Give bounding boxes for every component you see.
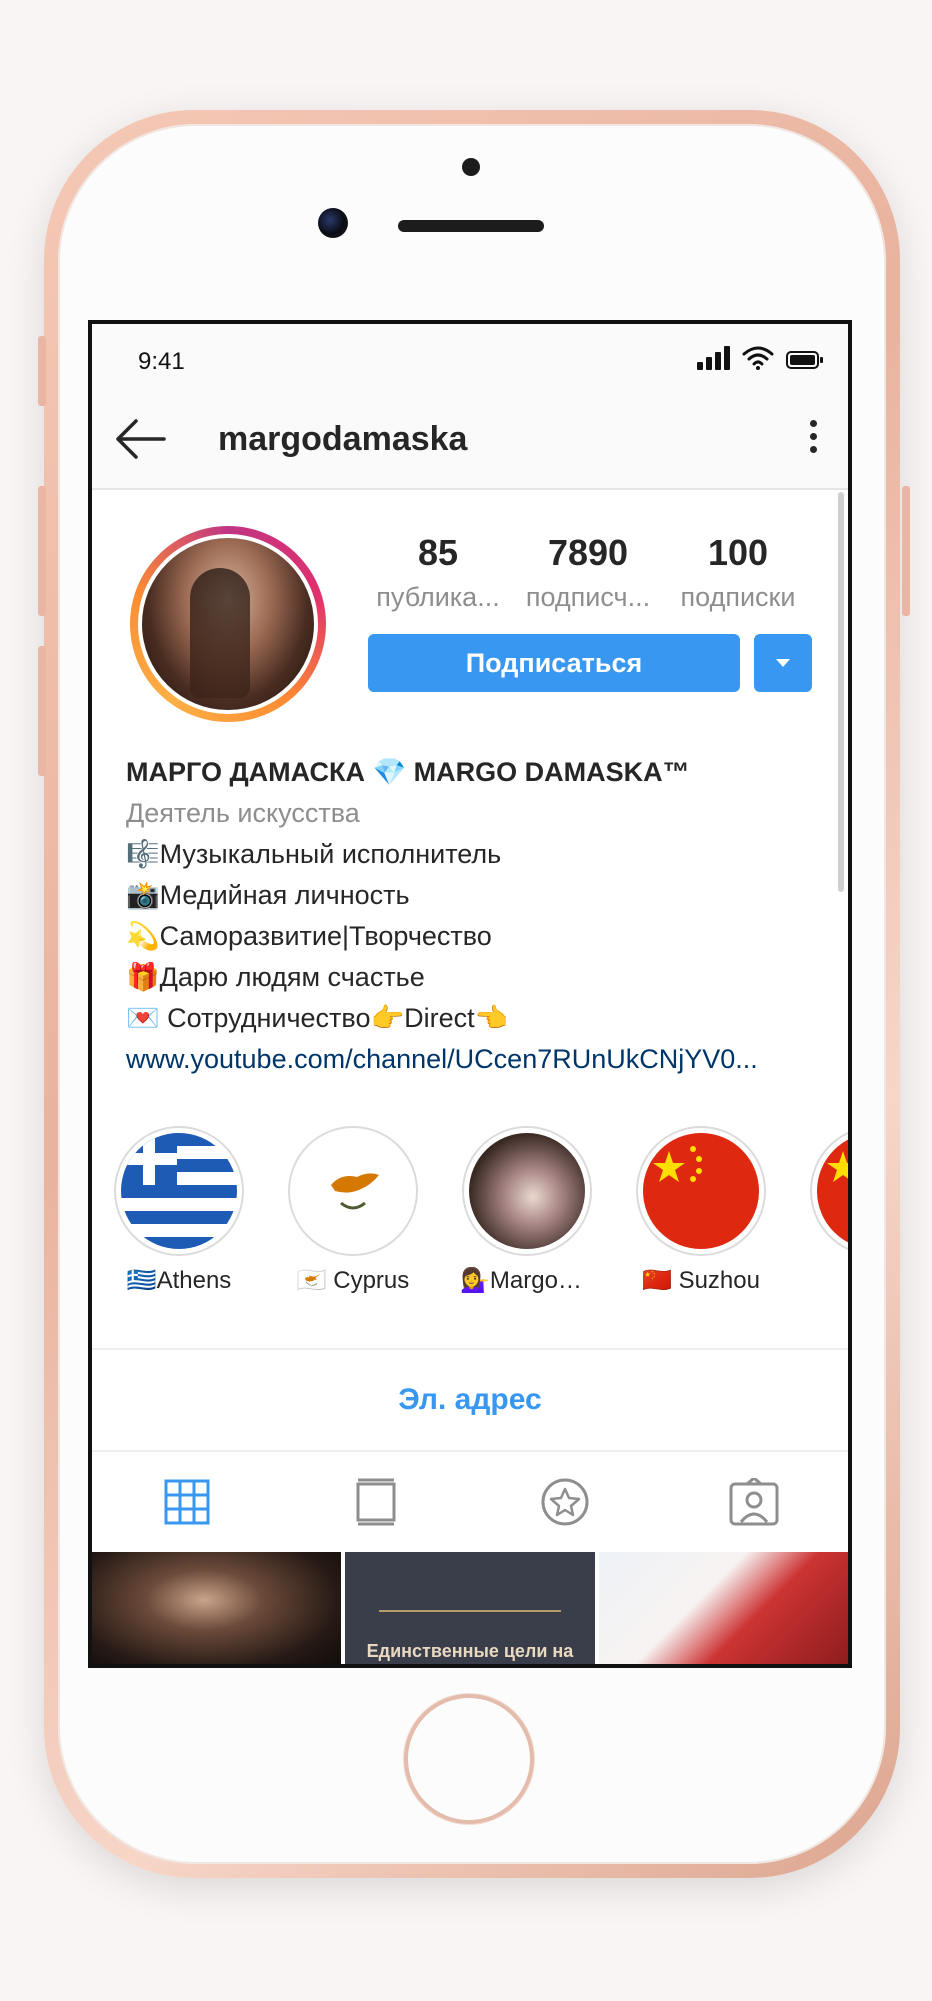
profile-header: margodamaska [92, 390, 848, 490]
cyprus-flag-icon [295, 1133, 411, 1249]
earpiece-speaker [398, 220, 544, 232]
status-time: 9:41 [138, 348, 185, 375]
following-label: подписки [680, 582, 796, 612]
followers-label: подписч... [525, 582, 651, 612]
cellular-signal-icon [697, 346, 730, 370]
post-thumbnail[interactable] [598, 1552, 848, 1664]
profile-summary: 85 публика... 7890 подписч... 100 подпис… [92, 490, 848, 750]
battery-icon [786, 351, 823, 369]
highlight-athens[interactable]: 🇬🇷Athens [112, 1126, 246, 1326]
bio-line: 💫Саморазвитие|Творчество [126, 921, 492, 951]
highlight-cyprus[interactable]: 🇨🇾 Cyprus [286, 1126, 420, 1326]
stat-following[interactable]: 100 подписки [668, 532, 808, 613]
back-arrow-icon[interactable] [112, 416, 166, 462]
posts-label: публика... [376, 582, 500, 612]
follow-button[interactable]: Подписаться [368, 634, 740, 692]
profile-bio: МАРГО ДАМАСКА 💎 MARGO DAMASKA™ Деятель и… [92, 752, 848, 1080]
greece-flag-icon [121, 1133, 237, 1249]
post-divider [379, 1610, 561, 1612]
tab-grid[interactable] [92, 1452, 281, 1552]
highlight-label: 🇨🇳 [808, 1266, 848, 1295]
bio-website-link[interactable]: www.youtube.com/channel/UCcen7RUnUkCNjYV… [126, 1039, 814, 1080]
volume-up-button [38, 486, 46, 616]
highlight-label: 💁‍♀️MargoDa... [460, 1267, 594, 1294]
tagged-user-icon [729, 1478, 778, 1526]
followers-count: 7890 [547, 532, 629, 573]
stat-posts[interactable]: 85 публика... [368, 532, 508, 613]
bio-full-name: МАРГО ДАМАСКА 💎 MARGO DAMASKA™ [126, 757, 690, 787]
posts-count: 85 [417, 532, 459, 573]
post-thumbnail[interactable]: Единственные цели на 2018 только позитив… [345, 1552, 595, 1664]
highlight-label: 🇨🇳 Suzhou [642, 1267, 760, 1294]
avatar-photo [142, 538, 314, 710]
profile-stats: 85 публика... 7890 подписч... 100 подпис… [368, 532, 808, 613]
profile-tabs [92, 1450, 848, 1552]
highlight-suzhou[interactable]: 🇨🇳 Suzhou [634, 1126, 768, 1326]
volume-down-button [38, 646, 46, 776]
bio-line: 🎁Дарю людям счастье [126, 962, 425, 992]
proximity-sensor [462, 158, 480, 176]
bio-line: 💌 Сотрудничество👉Direct👈 [126, 1003, 509, 1033]
story-highlights: 🇬🇷Athens 🇨🇾 Cyprus 💁‍♀️MargoDa... [92, 1126, 848, 1326]
posts-grid: Единственные цели на 2018 только позитив… [92, 1552, 848, 1664]
tab-feed[interactable] [281, 1452, 470, 1552]
following-count: 100 [707, 532, 769, 573]
grid-icon [164, 1479, 209, 1525]
phone-screen: 9:41 margodamaska 85 публика... 7890 под… [88, 320, 852, 1668]
power-button [902, 486, 910, 616]
tab-tagged[interactable] [659, 1452, 848, 1552]
status-icons [697, 346, 824, 370]
photo-thumbnail [469, 1133, 585, 1249]
stat-followers[interactable]: 7890 подписч... [518, 532, 658, 613]
highlight-china-2[interactable]: 🇨🇳 [808, 1126, 848, 1326]
china-flag-icon [817, 1133, 848, 1249]
wifi-icon [742, 346, 774, 370]
post-thumbnail[interactable] [92, 1552, 342, 1664]
story-ring[interactable] [130, 526, 326, 722]
highlight-label: 🇬🇷Athens [126, 1267, 232, 1294]
highlight-margo[interactable]: 💁‍♀️MargoDa... [460, 1126, 594, 1326]
suggestions-dropdown-button[interactable] [754, 634, 812, 692]
feed-icon [356, 1478, 395, 1526]
tab-saved[interactable] [470, 1452, 659, 1552]
star-icon [541, 1478, 588, 1526]
avatar[interactable] [138, 534, 318, 714]
china-flag-icon [643, 1133, 759, 1249]
mute-switch [38, 336, 46, 406]
front-camera-icon [318, 208, 348, 238]
highlight-label: 🇨🇾 Cyprus [296, 1267, 410, 1294]
home-button[interactable] [404, 1694, 534, 1824]
header-username: margodamaska [218, 420, 468, 458]
post-caption: Единственные цели на 2018 только позитив… [360, 1641, 580, 1664]
email-button[interactable]: Эл. адрес [92, 1348, 848, 1450]
bio-category: Деятель искусства [126, 798, 360, 828]
bio-line: 🎼Музыкальный исполнитель [126, 839, 502, 869]
more-options-icon[interactable] [808, 420, 818, 460]
bio-line: 📸Медийная личность [126, 880, 410, 910]
status-bar: 9:41 [92, 324, 848, 390]
chevron-down-icon [776, 659, 790, 667]
